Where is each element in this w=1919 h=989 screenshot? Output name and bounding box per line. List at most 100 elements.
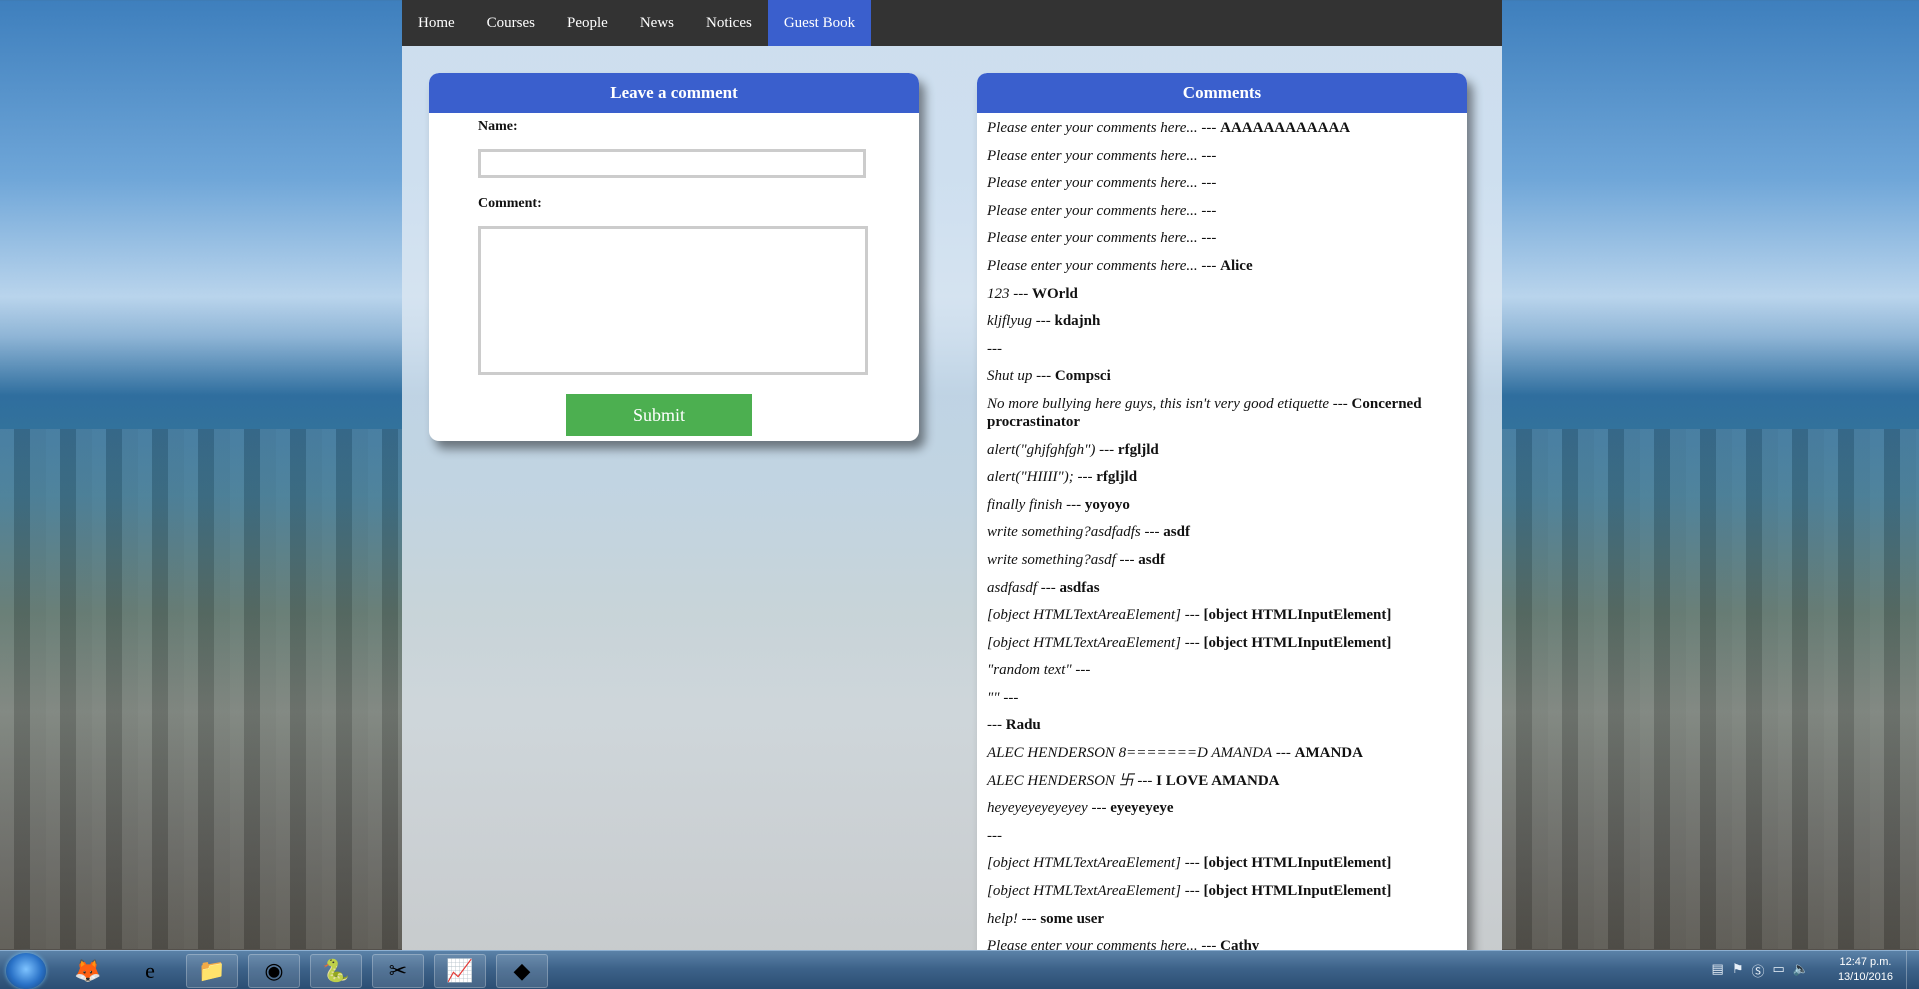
background-cityscape-right — [1502, 429, 1919, 949]
comment-text: Please enter your comments here... — [987, 147, 1198, 164]
comment-item: Please enter your comments here... --- A… — [987, 119, 1457, 137]
comment-author: kdajnh — [1054, 313, 1101, 330]
comment-item: Please enter your comments here... --- A… — [987, 257, 1457, 275]
show-desktop-button[interactable] — [1906, 951, 1919, 989]
monitor-icon[interactable]: ▭ — [1773, 961, 1785, 980]
firefox-icon[interactable]: 🦊 — [62, 954, 114, 988]
comment-text: Please enter your comments here... — [987, 202, 1198, 219]
comment-separator: --- — [1180, 607, 1204, 624]
comment-separator: --- — [1197, 175, 1217, 192]
leave-comment-title: Leave a comment — [429, 73, 919, 113]
nav-courses[interactable]: Courses — [471, 0, 551, 46]
tray-clock[interactable]: 12:47 p.m. 13/10/2016 — [1838, 955, 1893, 985]
comment-separator: --- — [1009, 285, 1032, 302]
comment-item: [object HTMLTextAreaElement] --- [object… — [987, 606, 1457, 624]
snipping-tool-icon[interactable]: ✂ — [372, 954, 424, 988]
comments-panel: Comments Please enter your comments here… — [977, 73, 1467, 973]
comment-author: [object HTMLInputElement] — [1203, 607, 1392, 624]
visual-studio-icon[interactable]: ◆ — [496, 954, 548, 988]
comment-item: [object HTMLTextAreaElement] --- [object… — [987, 854, 1457, 872]
chart-app-icon[interactable]: 📈 — [434, 954, 486, 988]
comment-item: write something?asdf --- asdf — [987, 551, 1457, 569]
comment-separator: --- — [1272, 745, 1295, 762]
comment-separator: --- — [1071, 662, 1091, 679]
comment-text: 123 — [987, 285, 1010, 302]
comment-item: asdfasdf --- asdfas — [987, 579, 1457, 597]
comment-item: Please enter your comments here... --- — [987, 147, 1457, 165]
comment-text: help! — [987, 910, 1018, 927]
comment-separator: --- — [1197, 147, 1217, 164]
nav-guest-book[interactable]: Guest Book — [767, 0, 872, 46]
file-explorer-icon[interactable]: 📁 — [186, 954, 238, 988]
flag-icon[interactable]: ⚑ — [1732, 961, 1744, 980]
name-input[interactable] — [478, 149, 866, 178]
nav-notices[interactable]: Notices — [690, 0, 768, 46]
comment-item: Please enter your comments here... --- — [987, 174, 1457, 192]
comment-text: Please enter your comments here... — [987, 257, 1198, 274]
comment-author: AAAAAAAAAAAA — [1220, 120, 1351, 136]
comment-author: Radu — [1005, 717, 1041, 734]
python-icon[interactable]: 🐍 — [310, 954, 362, 988]
skype-icon[interactable]: Ⓢ — [1752, 961, 1765, 980]
comment-item: Please enter your comments here... --- — [987, 229, 1457, 247]
comment-author: AMANDA — [1294, 745, 1363, 762]
comment-text: write something?asdfadfs — [987, 524, 1141, 541]
submit-button[interactable]: Submit — [566, 394, 752, 436]
name-label: Name: — [478, 119, 518, 134]
comment-item: "" --- — [987, 689, 1457, 707]
comment-separator: --- — [1180, 855, 1204, 872]
taskbar: 🦊 e 📁 ◉ 🐍 ✂ 📈 ◆ ▤ ⚑ Ⓢ ▭ 🔈 12:47 p.m. 13/10/2016 — [0, 950, 1919, 989]
comment-separator: --- — [1037, 579, 1060, 596]
tray-date: 13/10/2016 — [1837, 971, 1893, 983]
comment-separator: --- — [987, 717, 1006, 734]
comment-item: alert("ghjfghfgh") --- rfgljld — [987, 441, 1457, 459]
internet-explorer-icon[interactable]: e — [124, 954, 176, 988]
comment-separator: --- — [1140, 524, 1164, 541]
comment-text: alert("ghjfghfgh") — [987, 441, 1096, 458]
comment-author: [object HTMLInputElement] — [1203, 855, 1392, 872]
comment-text: [object HTMLTextAreaElement] — [987, 855, 1181, 872]
volume-icon[interactable]: 🔈 — [1793, 961, 1809, 980]
comment-item: finally finish --- yoyoyo — [987, 496, 1457, 514]
comment-item: alert("HIIII"); --- rfgljld — [987, 468, 1457, 486]
nav-news[interactable]: News — [624, 0, 690, 46]
start-button[interactable] — [6, 953, 46, 989]
comment-text: Please enter your comments here... — [987, 120, 1198, 136]
chrome-icon[interactable]: ◉ — [248, 954, 300, 988]
comment-item: 123 --- WOrld — [987, 285, 1457, 303]
leave-comment-panel: Leave a comment Name: Comment: Submit — [429, 73, 919, 441]
comment-label: Comment: — [478, 196, 542, 211]
comment-item: --- — [987, 827, 1457, 845]
comment-text: [object HTMLTextAreaElement] — [987, 607, 1181, 624]
comment-textarea[interactable] — [478, 226, 868, 375]
nav-home[interactable]: Home — [402, 0, 471, 46]
comment-text: ALEC HENDERSON 8=======D AMANDA — [987, 745, 1273, 762]
comment-list: Please enter your comments here... --- A… — [977, 113, 1467, 955]
comment-text: alert("HIIII"); — [987, 469, 1074, 486]
comment-item: help! --- some user — [987, 910, 1457, 928]
comment-text: [object HTMLTextAreaElement] — [987, 634, 1181, 651]
comment-author: asdfas — [1059, 579, 1100, 596]
system-tray: ▤ ⚑ Ⓢ ▭ 🔈 12:47 p.m. 13/10/2016 — [1419, 951, 1919, 989]
comment-separator: --- — [1017, 910, 1041, 927]
comment-separator: --- — [1095, 441, 1118, 458]
comment-text: write something?asdf — [987, 551, 1116, 568]
comment-separator: --- — [1329, 395, 1352, 412]
comment-item: --- Radu — [987, 716, 1457, 734]
comment-separator: --- — [1087, 800, 1111, 817]
comment-separator: --- — [1197, 120, 1221, 136]
comment-author: some user — [1040, 910, 1105, 927]
comment-item: --- — [987, 340, 1457, 358]
comment-text: [object HTMLTextAreaElement] — [987, 883, 1181, 900]
comment-text: Please enter your comments here... — [987, 175, 1198, 192]
network-icon[interactable]: ▤ — [1712, 961, 1724, 980]
nav-people[interactable]: People — [551, 0, 624, 46]
comment-author: yoyoyo — [1084, 496, 1130, 513]
comment-separator: --- — [1133, 772, 1157, 789]
page-container: Home Courses People News Notices Guest B… — [402, 0, 1502, 973]
navbar: Home Courses People News Notices Guest B… — [402, 0, 1502, 46]
comment-item: kljflyug --- kdajnh — [987, 312, 1457, 330]
comment-separator: --- — [1062, 496, 1085, 513]
comment-author: eyeyeyeye — [1110, 800, 1174, 817]
comment-item: heyeyeyeyeyeyey --- eyeyeyeye — [987, 799, 1457, 817]
